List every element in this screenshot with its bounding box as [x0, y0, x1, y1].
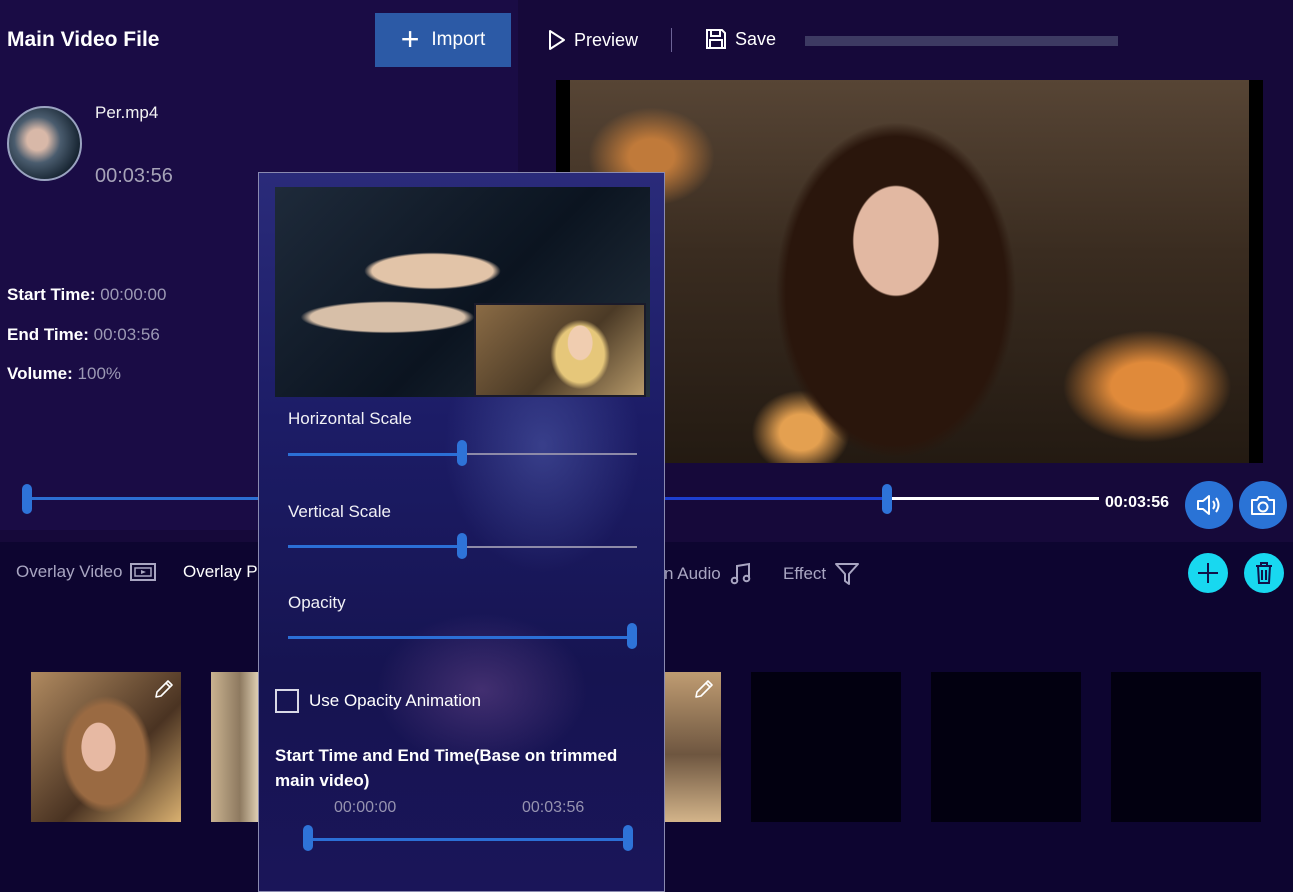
end-time-value: 00:03:56 [93, 325, 160, 344]
picture-in-picture-preview[interactable] [474, 303, 646, 397]
opacity-animation-label: Use Opacity Animation [309, 691, 481, 710]
overlay-preview [275, 187, 650, 397]
empty-clip-slot[interactable] [1111, 672, 1261, 822]
horizontal-scale-track[interactable] [463, 453, 637, 455]
tab-effect[interactable]: Effect [783, 562, 860, 586]
vertical-scale-label: Vertical Scale [288, 502, 391, 521]
volume-row: Volume: 100% [7, 364, 121, 384]
file-duration: 00:03:56 [95, 165, 173, 187]
tab-overlay-video-label: Overlay Video [16, 562, 123, 581]
overlay-clip[interactable] [31, 672, 181, 822]
overlay-clip[interactable] [664, 672, 721, 822]
camera-icon [1251, 496, 1275, 515]
save-label: Save [735, 28, 777, 49]
timeline-played-track[interactable] [664, 497, 887, 500]
import-button[interactable]: + Import [375, 13, 511, 67]
page-title: Main Video File [7, 28, 160, 51]
start-time-value: 00:00:00 [100, 285, 167, 304]
opacity-thumb[interactable] [627, 623, 637, 649]
tab-overlay-picture-label: Overlay Pi [183, 562, 262, 581]
tab-audio-label: n Audio [664, 564, 721, 583]
volume-button[interactable] [1185, 481, 1233, 529]
tab-audio[interactable]: n Audio [664, 562, 753, 586]
horizontal-scale-label: Horizontal Scale [288, 409, 412, 428]
speaker-icon [1197, 495, 1220, 515]
checkbox-box[interactable] [275, 689, 299, 713]
range-end-time: 00:03:56 [522, 799, 585, 816]
empty-clip-slot[interactable] [931, 672, 1081, 822]
timeline-playhead[interactable] [882, 484, 892, 514]
start-time-label: Start Time: [7, 285, 96, 304]
timeline-start-handle[interactable] [22, 484, 32, 514]
vertical-scale-track[interactable] [463, 546, 637, 548]
add-overlay-button[interactable] [1188, 553, 1228, 593]
music-note-icon [730, 562, 751, 585]
preview-label: Preview [574, 29, 639, 50]
delete-overlay-button[interactable] [1244, 553, 1284, 593]
pencil-icon[interactable] [693, 678, 715, 700]
plus-icon: + [400, 20, 420, 57]
overlay-clip[interactable] [211, 672, 259, 822]
timeline-time: 00:03:56 [1105, 494, 1170, 511]
horizontal-scale-slider[interactable] [288, 453, 463, 456]
save-button[interactable]: Save [705, 28, 776, 50]
toolbar-divider [671, 28, 672, 52]
export-progress-bar [805, 36, 1118, 46]
opacity-animation-checkbox[interactable]: Use Opacity Animation [275, 689, 481, 713]
floppy-disk-icon [706, 29, 726, 49]
import-label: Import [431, 29, 486, 50]
start-time-row: Start Time: 00:00:00 [7, 285, 166, 305]
add-icon [1198, 563, 1218, 583]
horizontal-scale-thumb[interactable] [457, 440, 467, 466]
tab-effect-label: Effect [783, 564, 827, 583]
tab-overlay-picture[interactable]: Overlay Pi [183, 562, 261, 582]
play-outline-icon [549, 30, 565, 50]
range-start-handle[interactable] [303, 825, 313, 851]
end-time-label: End Time: [7, 325, 89, 344]
overlay-settings-popup: Horizontal Scale Vertical Scale Opacity … [258, 172, 665, 892]
range-title: Start Time and End Time(Base on trimmed … [275, 746, 618, 790]
timeline-remaining-track[interactable] [887, 497, 1099, 500]
volume-value: 100% [77, 364, 122, 383]
preview-button[interactable]: Preview [548, 29, 638, 51]
main-video-thumbnail [7, 106, 82, 181]
opacity-label: Opacity [288, 593, 346, 612]
vertical-scale-thumb[interactable] [457, 533, 467, 559]
range-start-time: 00:00:00 [334, 799, 397, 816]
empty-clip-slot[interactable] [751, 672, 901, 822]
vertical-scale-slider[interactable] [288, 545, 463, 548]
end-time-row: End Time: 00:03:56 [7, 325, 160, 345]
snapshot-button[interactable] [1239, 481, 1287, 529]
pencil-icon[interactable] [153, 678, 175, 700]
timeline-track[interactable] [27, 497, 267, 500]
range-end-handle[interactable] [623, 825, 633, 851]
trash-icon [1256, 562, 1272, 584]
volume-label: Volume: [7, 364, 73, 383]
file-name: Per.mp4 [95, 103, 159, 122]
time-range-slider[interactable] [308, 838, 628, 841]
film-icon [130, 563, 157, 581]
tab-overlay-video[interactable]: Overlay Video [16, 562, 157, 582]
opacity-slider[interactable] [288, 636, 633, 639]
filter-funnel-icon [835, 563, 860, 585]
video-frame-image [570, 80, 1249, 463]
